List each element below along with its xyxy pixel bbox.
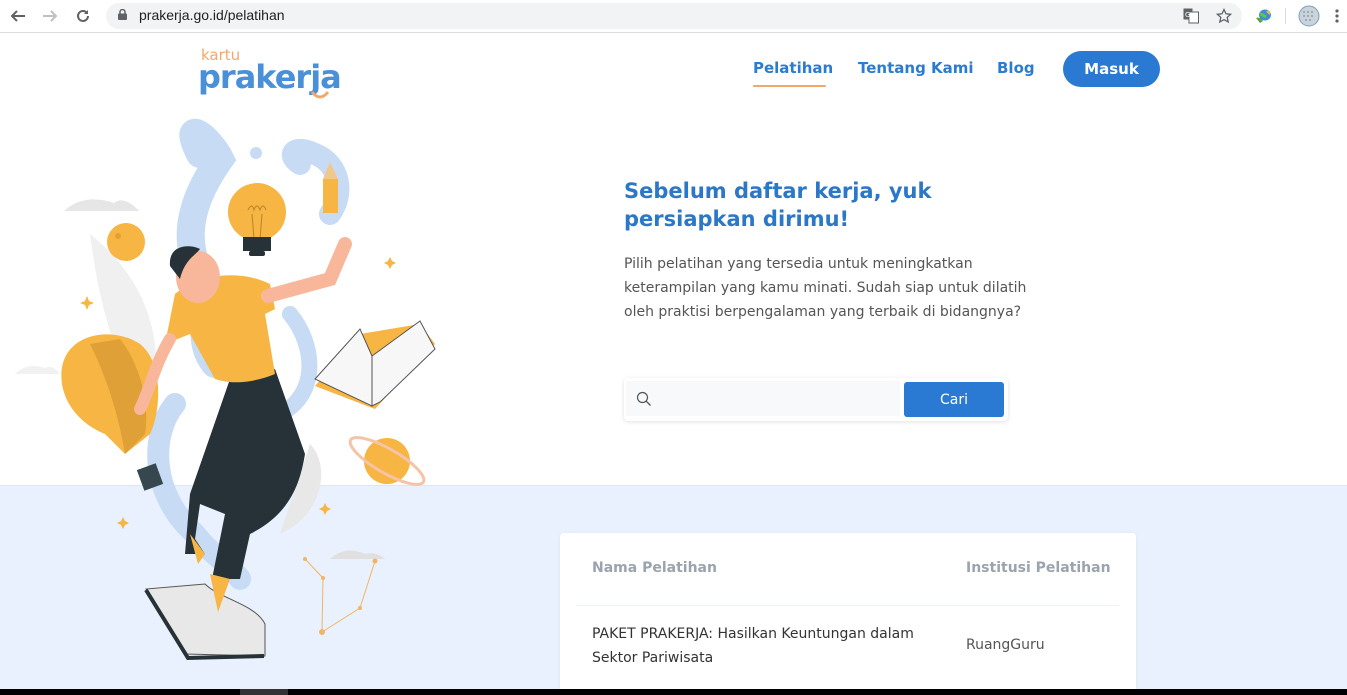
lock-icon <box>118 9 127 20</box>
training-institution: RuangGuru <box>966 637 1045 653</box>
headline-line-1: Sebelum daftar kerja, yuk <box>624 179 932 203</box>
nav-blog[interactable]: Blog <box>997 59 1035 77</box>
moon-crater <box>115 233 121 239</box>
nav-active-indicator <box>753 85 826 87</box>
page-content: kartu prakerja Pelatihan Tentang Kami Bl… <box>0 34 1347 693</box>
lightbulb-tip <box>249 251 265 256</box>
search-icon <box>636 391 651 406</box>
cloud-icon <box>64 199 139 211</box>
back-icon[interactable] <box>6 5 30 27</box>
pencil-icon <box>323 179 338 213</box>
hero-illustration <box>15 118 436 661</box>
login-button[interactable]: Masuk <box>1063 51 1160 87</box>
extension-icon[interactable] <box>1254 6 1274 26</box>
search-input[interactable] <box>662 381 898 416</box>
planet-icon <box>364 438 410 484</box>
hero-headline: Sebelum daftar kerja, yuk persiapkan dir… <box>624 177 1024 233</box>
header-divider <box>576 605 1119 606</box>
lightbulb-icon <box>228 183 286 241</box>
taskbar <box>0 689 1347 695</box>
toolbar-separator <box>1285 8 1286 24</box>
star-icon[interactable] <box>1214 6 1234 26</box>
url-text[interactable]: prakerja.go.id/pelatihan <box>139 7 285 23</box>
profile-avatar[interactable] <box>1298 5 1320 27</box>
character-arm <box>261 237 352 303</box>
cloud-icon <box>15 366 60 374</box>
cloud-icon <box>330 550 385 559</box>
reload-icon[interactable] <box>71 5 95 27</box>
taskbar-item[interactable] <box>240 689 288 695</box>
search-form: Cari <box>624 378 1008 421</box>
column-header-name[interactable]: Nama Pelatihan <box>592 560 717 576</box>
column-header-institution[interactable]: Institusi Pelatihan <box>966 560 1111 576</box>
headline-line-2: persiapkan dirimu! <box>624 207 850 231</box>
translate-icon[interactable]: G <box>1181 6 1201 26</box>
training-name[interactable]: PAKET PRAKERJA: Hasilkan Keuntungan dala… <box>592 622 932 670</box>
hero-description: Pilih pelatihan yang tersedia untuk meni… <box>624 256 1027 320</box>
training-table: Nama Pelatihan Institusi Pelatihan PAKET… <box>560 533 1136 693</box>
forward-icon[interactable] <box>38 5 62 27</box>
menu-icon[interactable] <box>1331 6 1343 26</box>
nav-pelatihan[interactable]: Pelatihan <box>753 59 833 77</box>
search-button[interactable]: Cari <box>904 382 1004 417</box>
svg-text:G: G <box>1185 11 1190 19</box>
browser-toolbar: prakerja.go.id/pelatihan G <box>0 0 1347 33</box>
nav-tentang-kami[interactable]: Tentang Kami <box>858 59 974 77</box>
constellation <box>304 558 376 633</box>
blue-dot <box>250 147 262 159</box>
moon-icon <box>107 223 145 261</box>
lightbulb-base <box>243 237 271 251</box>
